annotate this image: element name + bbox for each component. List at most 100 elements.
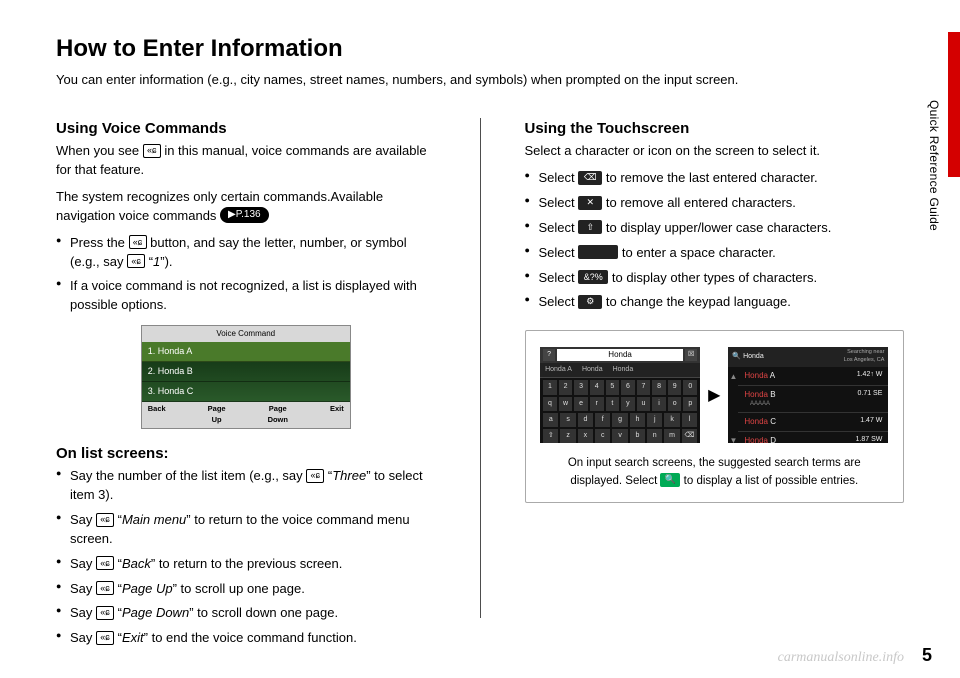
kb-row: ⇧zxcvbnm⌫	[543, 429, 697, 443]
text: 0.71 SE	[857, 389, 882, 409]
text: C	[768, 417, 776, 426]
kb-key: t	[606, 397, 620, 411]
kb-key: ⇧	[543, 429, 558, 443]
side-tab	[948, 32, 960, 177]
bullet: Say «ɕ “Page Down” to scroll down one pa…	[56, 604, 436, 623]
kb-key: s	[560, 413, 575, 427]
vc-body: 1. Honda A 2. Honda B 3. Honda C	[142, 342, 350, 402]
text: Honda	[743, 353, 764, 360]
vc-exit: Exit	[330, 404, 344, 426]
voice-icon: «ɕ	[96, 556, 114, 570]
text: Page Up	[122, 581, 173, 596]
bullet: Say «ɕ “Exit” to end the voice command f…	[56, 629, 436, 648]
touch-heading: Using the Touchscreen	[525, 118, 905, 140]
page-ref-pill: ▶P.136	[220, 207, 269, 223]
kb-key: z	[560, 429, 575, 443]
text: Select	[539, 220, 579, 235]
voice-icon: «ɕ	[96, 513, 114, 527]
text: Select	[539, 245, 579, 260]
text: to remove the last entered character.	[602, 170, 817, 185]
text: ” to end the voice command function.	[144, 630, 357, 645]
clear-icon: ☒	[685, 349, 697, 361]
vc-pgdn: Page Down	[268, 404, 288, 426]
text: When you see	[56, 143, 143, 158]
text: ”).	[160, 254, 172, 269]
bullet: Select &?% to display other types of cha…	[525, 269, 905, 288]
text: Say	[70, 556, 96, 571]
touch-sub: Select a character or icon on the screen…	[525, 142, 905, 161]
kb-key: e	[574, 397, 588, 411]
text: to enter a space character.	[618, 245, 776, 260]
kb-key: m	[664, 429, 679, 443]
text: Select	[539, 270, 579, 285]
kb-key: k	[664, 413, 679, 427]
space-icon	[578, 245, 618, 259]
kb-key: b	[630, 429, 645, 443]
text: Back	[122, 556, 151, 571]
vc-footer: Back Page Up Page Down Exit	[142, 402, 350, 428]
text: Select	[539, 170, 579, 185]
rs-row: Honda BAAAAA0.71 SE	[738, 386, 888, 413]
voice-bullets: Press the «ɕ button, and say the letter,…	[56, 234, 436, 315]
rs-row: Honda A1.42↑ W	[738, 367, 888, 386]
text: 1.42↑ W	[857, 370, 883, 382]
kb-top: ? Honda ☒	[540, 347, 700, 363]
arrow-icon: ▶	[708, 384, 720, 407]
text: to display other types of characters.	[608, 270, 817, 285]
kb-row: 1234567890	[543, 380, 697, 394]
bullet: Say «ɕ “Page Up” to scroll up one page.	[56, 580, 436, 599]
intro-text: You can enter information (e.g., city na…	[56, 71, 904, 90]
text: Select	[539, 294, 579, 309]
kb-key: 7	[637, 380, 651, 394]
kb-key: q	[543, 397, 557, 411]
rs-location: Searching near Los Angeles, CA	[844, 349, 885, 365]
text: Honda	[744, 417, 768, 426]
text: B	[768, 390, 776, 399]
text: “	[145, 254, 153, 269]
left-column: Using Voice Commands When you see «ɕ in …	[56, 118, 436, 658]
kb-key: w	[559, 397, 573, 411]
figure-caption: On input search screens, the suggested s…	[540, 455, 890, 490]
kb-key: 0	[683, 380, 697, 394]
text: Press the	[70, 235, 129, 250]
text: to remove all entered characters.	[602, 195, 796, 210]
kb-key: j	[647, 413, 662, 427]
side-label: Quick Reference Guide	[925, 100, 942, 231]
kb-key: h	[630, 413, 645, 427]
page: Quick Reference Guide How to Enter Infor…	[0, 0, 960, 678]
page-number: 5	[922, 642, 932, 668]
text: Honda	[744, 371, 768, 380]
text: Say	[70, 581, 96, 596]
text: to display upper/lower case characters.	[602, 220, 831, 235]
rs-row: Honda C1.47 W	[738, 413, 888, 432]
kb-key: n	[647, 429, 662, 443]
bullet: Select ⌫ to remove the last entered char…	[525, 169, 905, 188]
text: ” to scroll down one page.	[189, 605, 338, 620]
backspace-icon: ⌫	[578, 171, 602, 185]
kb-key: g	[612, 413, 627, 427]
help-icon: ?	[543, 349, 555, 361]
text: Three	[332, 468, 366, 483]
page-title: How to Enter Information	[56, 32, 904, 67]
kb-key: u	[637, 397, 651, 411]
text: “	[114, 512, 122, 527]
keyboard-screenshot: ? Honda ☒ Honda A Honda Honda 1234567890…	[540, 347, 700, 443]
kb-suggestions: Honda A Honda Honda	[540, 363, 700, 378]
voice-icon: «ɕ	[96, 606, 114, 620]
text: ” to scroll up one page.	[173, 581, 305, 596]
list-bullets: Say the number of the list item (e.g., s…	[56, 467, 436, 648]
text: Exit	[122, 630, 144, 645]
vc-row: 3. Honda C	[142, 382, 350, 402]
kb-row: asdfghjkl	[543, 413, 697, 427]
kb-key: c	[595, 429, 610, 443]
text: “	[114, 581, 122, 596]
bullet: Select to enter a space character.	[525, 244, 905, 263]
bullet: Select ⚙ to change the keypad language.	[525, 293, 905, 312]
kb-key: 3	[574, 380, 588, 394]
text: Say	[70, 605, 96, 620]
vc-row: 1. Honda A	[142, 342, 350, 362]
text: “	[114, 556, 122, 571]
text: “	[114, 630, 122, 645]
kb-key: 5	[606, 380, 620, 394]
rs-query: 🔍 Honda	[732, 352, 763, 362]
